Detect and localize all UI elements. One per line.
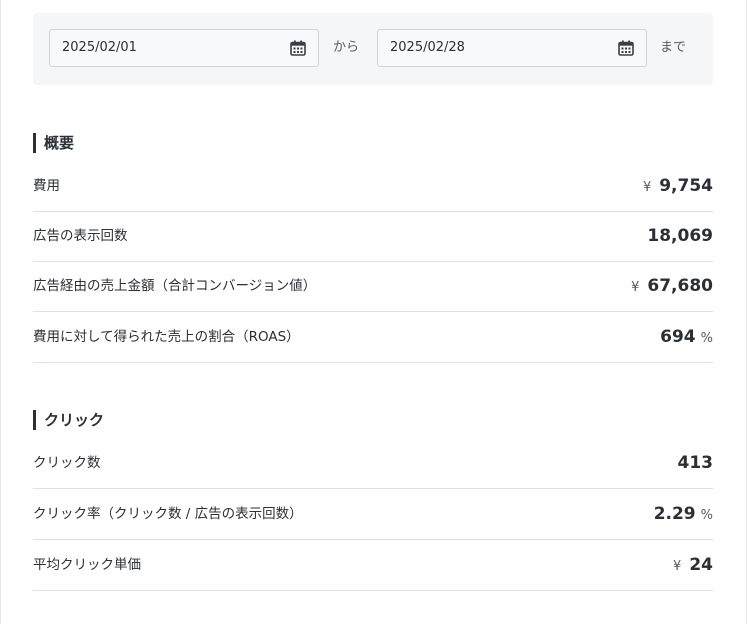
metric-row-impressions: 広告の表示回数 18,069 (33, 212, 713, 262)
metric-value: 694% (660, 313, 713, 361)
metric-label: 広告経由の売上金額（合計コンバージョン値） (33, 278, 317, 294)
metric-value: 18,069 (647, 212, 713, 260)
overview-section-title: 概要 (33, 133, 74, 153)
start-date-value[interactable]: 2025/02/01 (62, 30, 137, 66)
metric-number: 9,754 (659, 176, 713, 196)
date-range-filter: 2025/02/01 から 2025/02/28 まで (33, 13, 713, 85)
page-border-left (0, 0, 1, 624)
currency-symbol: ¥ (631, 280, 640, 295)
range-from-label: から (333, 40, 360, 55)
start-date-input[interactable]: 2025/02/01 (49, 29, 319, 67)
metric-number: 18,069 (647, 226, 713, 246)
metric-number: 24 (689, 555, 713, 575)
range-to-label: まで (660, 40, 687, 55)
metric-label: 費用 (33, 178, 60, 194)
metric-label: 広告の表示回数 (33, 228, 128, 244)
currency-symbol: ¥ (642, 180, 652, 195)
metric-value: ¥67,680 (631, 262, 713, 310)
currency-symbol: ¥ (673, 559, 682, 574)
percent-unit: % (700, 331, 713, 346)
metric-label: クリック率（クリック数 / 広告の表示回数） (33, 506, 303, 522)
metric-number: 67,680 (647, 276, 713, 296)
metric-row-ctr: クリック率（クリック数 / 広告の表示回数） 2.29% (33, 490, 713, 540)
metric-number: 413 (677, 453, 714, 473)
metric-label: クリック数 (33, 455, 101, 471)
metric-number: 694 (660, 327, 696, 347)
metric-value: 2.29% (654, 490, 713, 538)
end-date-input[interactable]: 2025/02/28 (377, 29, 647, 67)
metric-row-avg-cpc: 平均クリック単価 ¥24 (33, 541, 713, 591)
metric-row-roas: 費用に対して得られた売上の割合（ROAS） 694% (33, 313, 713, 363)
metric-row-conversion-value: 広告経由の売上金額（合計コンバージョン値） ¥67,680 (33, 262, 713, 312)
metric-value: 413 (678, 439, 714, 487)
metric-label: 費用に対して得られた売上の割合（ROAS） (33, 329, 300, 345)
metric-row-cost: 費用 ¥9,754 (33, 162, 713, 212)
calendar-icon[interactable] (618, 40, 634, 56)
metric-label: 平均クリック単価 (33, 557, 141, 573)
metric-number: 2.29 (653, 504, 696, 524)
metric-value: ¥24 (673, 541, 713, 589)
metric-row-clicks: クリック数 413 (33, 439, 713, 489)
metric-value: ¥9,754 (643, 162, 713, 210)
percent-unit: % (700, 508, 713, 523)
calendar-icon[interactable] (290, 40, 306, 56)
clicks-section-title: クリック (33, 410, 104, 430)
end-date-value[interactable]: 2025/02/28 (390, 30, 465, 66)
